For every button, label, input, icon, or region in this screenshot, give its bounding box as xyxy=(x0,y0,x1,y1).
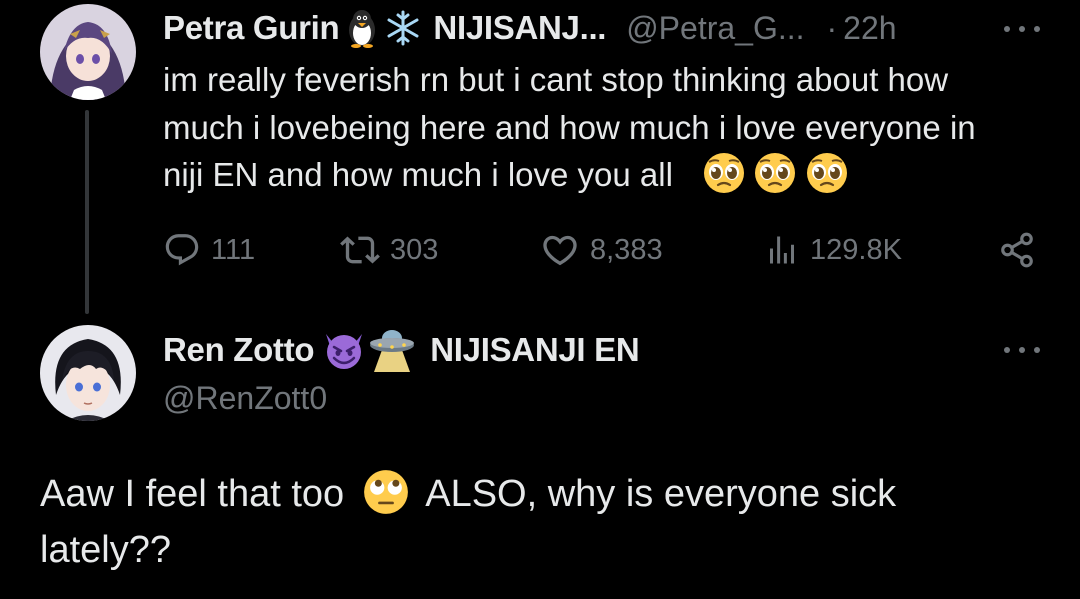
repost-button[interactable]: 303 xyxy=(340,228,438,272)
tweet-text-line: much i lovebeing here and how much i lov… xyxy=(163,108,976,146)
views-button[interactable]: 129.8K xyxy=(764,228,902,272)
like-count: 8,383 xyxy=(590,233,663,266)
repost-count: 303 xyxy=(390,233,439,266)
more-icon[interactable] xyxy=(1000,14,1044,44)
rolling-eyes-face-icon xyxy=(363,470,408,514)
reply-text-line-2: lately?? xyxy=(40,529,171,571)
time-separator: · xyxy=(826,9,838,46)
author-name[interactable]: Ren Zotto xyxy=(163,331,315,369)
tweet-text-line-3: niji EN and how much i love you all xyxy=(163,151,1053,199)
reply-text-line-1: Aaw I feel that too ALSO, why is everyon… xyxy=(40,466,1040,522)
repost-icon xyxy=(340,236,380,264)
pleading-face-icon xyxy=(806,153,847,193)
reply-text-before-emoji: Aaw I feel that too xyxy=(40,473,345,515)
tweet-text-line: niji EN and how much i love you all xyxy=(163,156,673,193)
reply-text-after-emoji: ALSO, why is everyone sick xyxy=(425,473,897,515)
author-handle[interactable]: @RenZott0 xyxy=(163,380,327,417)
reply-tweet-header: Ren Zotto NIJISANJI EN xyxy=(163,324,640,376)
reply-tweet-text: Aaw I feel that too ALSO, why is everyon… xyxy=(40,466,1040,578)
parent-tweet-text: im really feverish rn but i cant stop th… xyxy=(163,56,1053,199)
snowflake-icon xyxy=(385,10,421,46)
author-handle[interactable]: @Petra_G... xyxy=(626,10,804,47)
affiliation-label: NIJISANJI EN xyxy=(430,331,640,368)
share-icon xyxy=(1001,232,1033,268)
tweet-timestamp[interactable]: 22h xyxy=(843,10,896,47)
reply-icon xyxy=(165,234,199,266)
ren-avatar[interactable] xyxy=(40,325,136,421)
like-icon xyxy=(543,235,577,266)
more-icon[interactable] xyxy=(1000,335,1044,365)
affiliation-label: NIJISANJ... xyxy=(433,9,607,46)
reply-handle-row: @RenZott0 xyxy=(163,372,327,424)
parent-tweet-header: Petra Gurin NIJISANJ... @Petra_G... · 22… xyxy=(163,2,897,54)
tweet-text-line: im really feverish rn but i cant stop th… xyxy=(163,61,949,98)
views-icon xyxy=(770,236,794,264)
view-count: 129.8K xyxy=(810,233,902,266)
pleading-face-icon xyxy=(704,153,745,193)
pleading-face-icon xyxy=(755,153,796,193)
reply-count: 111 xyxy=(211,233,256,266)
thread-connector-line xyxy=(85,110,89,314)
penguin-icon xyxy=(345,8,379,48)
share-button[interactable] xyxy=(998,228,1036,272)
smiling-devil-icon xyxy=(322,330,366,370)
like-button[interactable]: 8,383 xyxy=(540,228,663,272)
reply-button[interactable]: 111 xyxy=(163,228,255,272)
author-name[interactable]: Petra Gurin xyxy=(163,9,340,47)
petra-avatar[interactable] xyxy=(40,4,136,100)
ufo-icon xyxy=(368,328,416,372)
